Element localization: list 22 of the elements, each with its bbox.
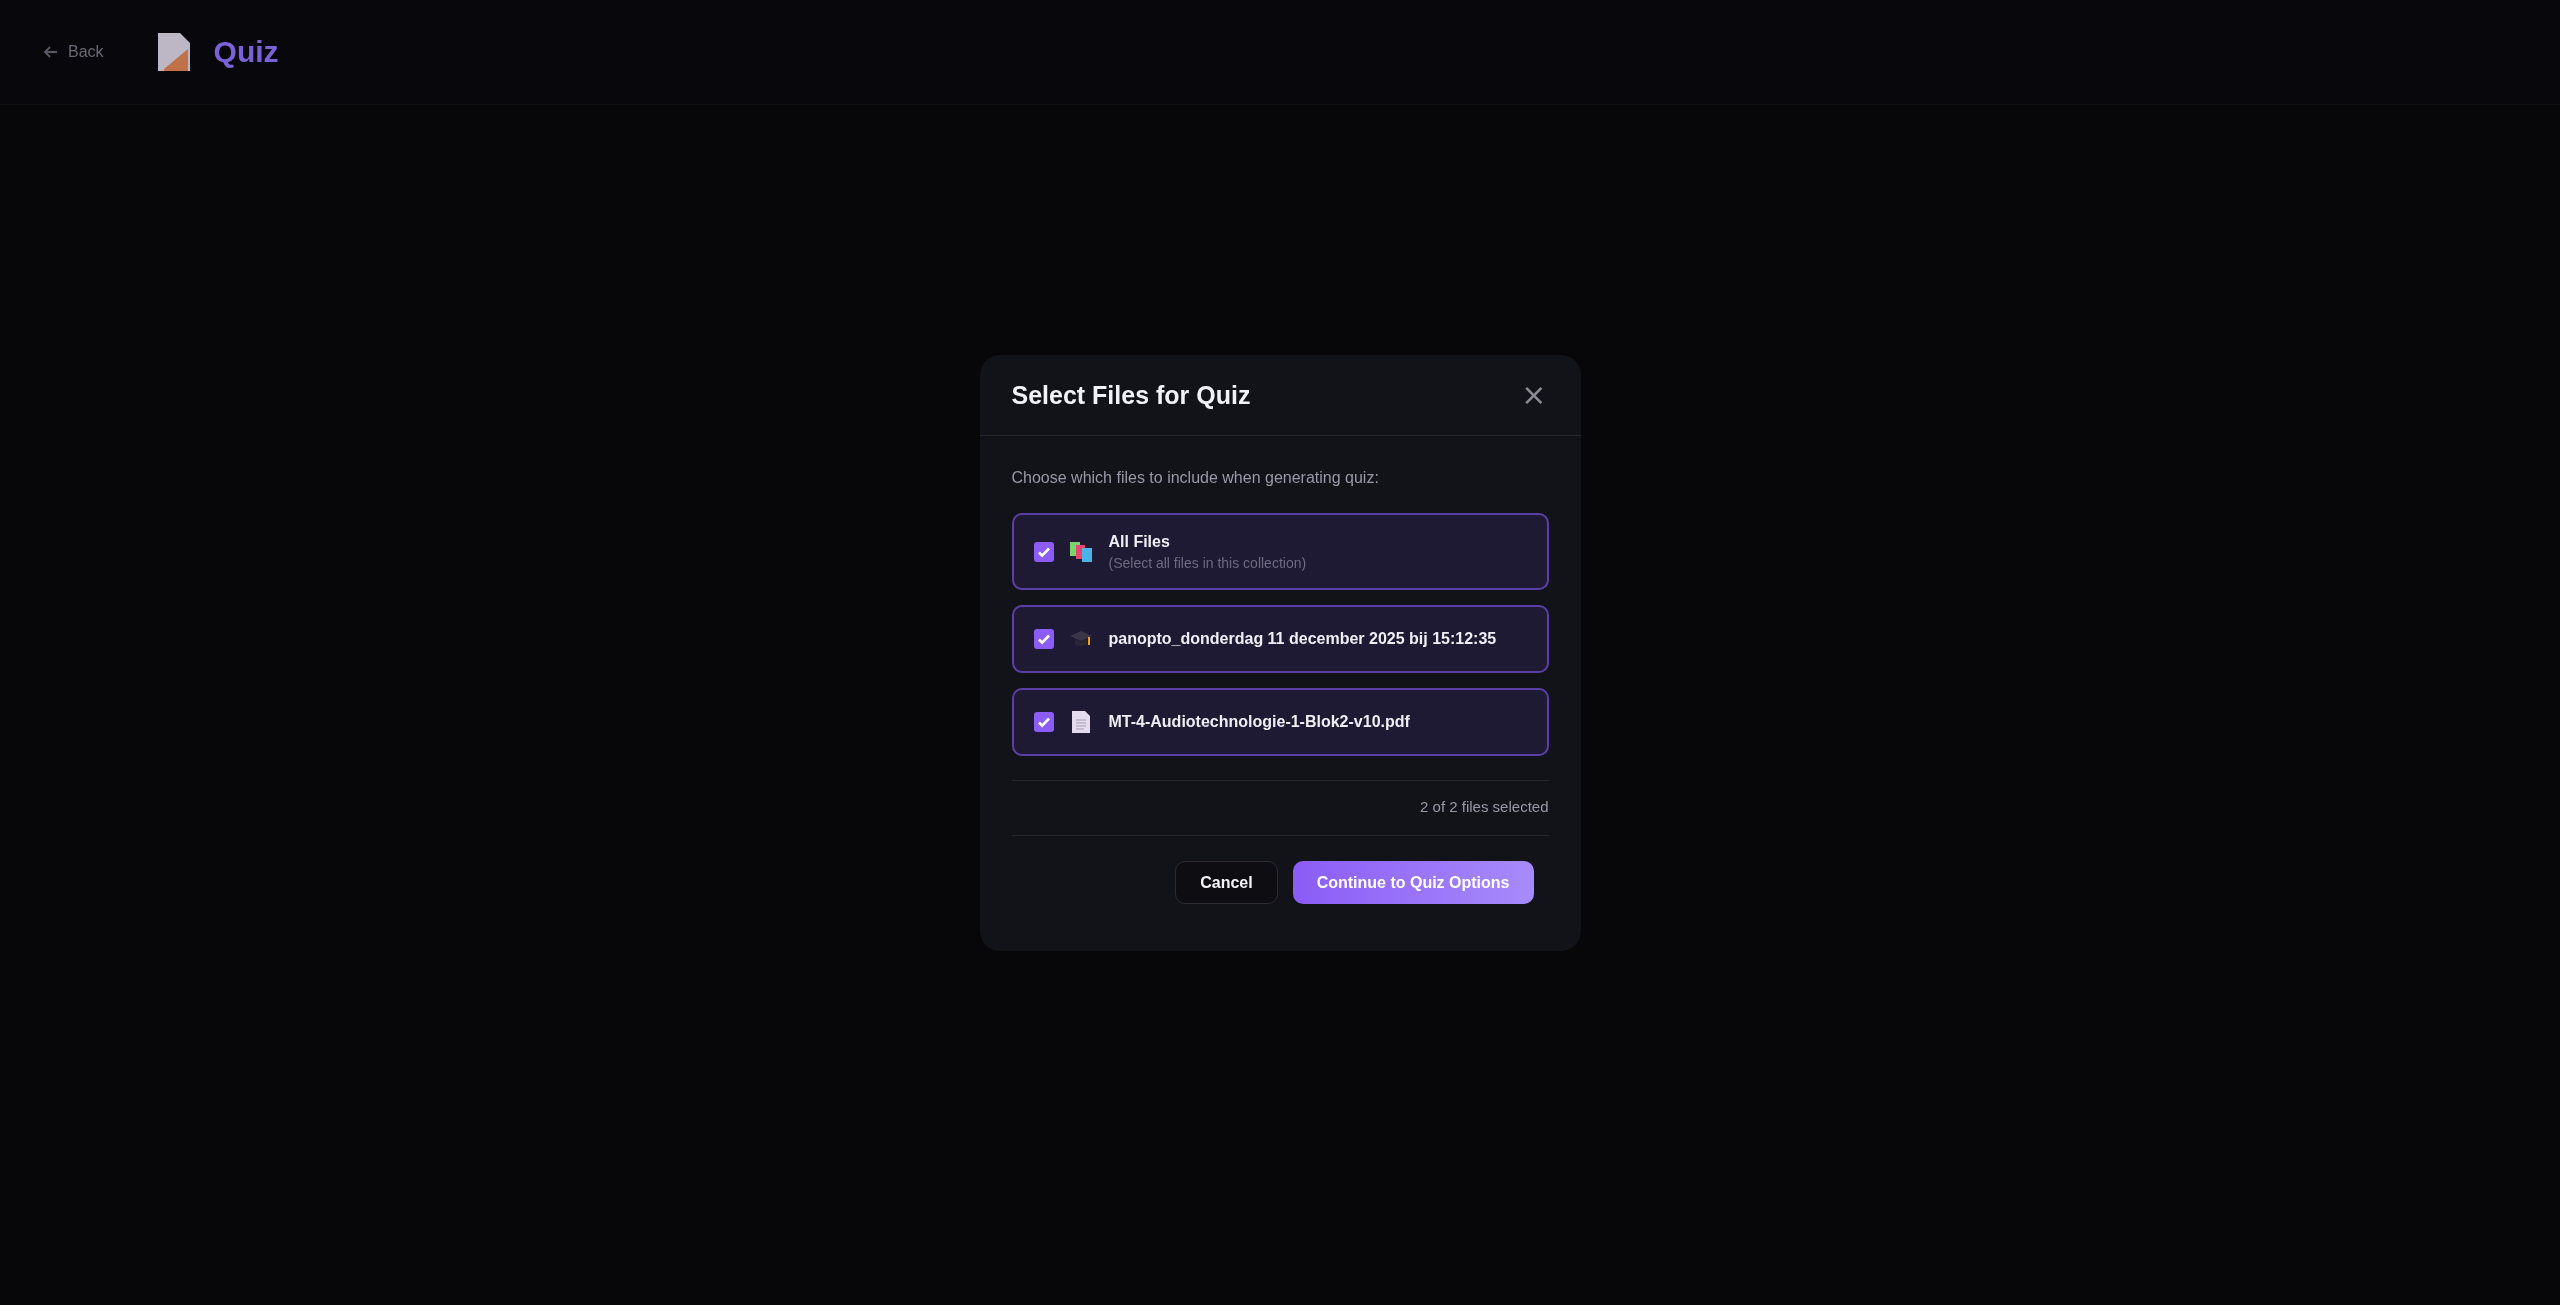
file-option[interactable]: panopto_donderdag 11 december 2025 bij 15:12:35 (1011, 605, 1549, 673)
back-link[interactable]: Back (68, 43, 104, 61)
file-name: MT-4-Audiotechnologie-1-Blok2-v10.pdf (1108, 713, 1410, 731)
document-icon (1070, 710, 1091, 734)
instruction-text: Choose which files to include when generating quiz: (1011, 469, 1380, 487)
file-option[interactable]: MT-4-Audiotechnologie-1-Blok2-v10.pdf (1011, 688, 1549, 756)
file-hint: (Select all files in this collection) (1108, 554, 1307, 571)
file-option[interactable]: All Files (Select all files in this collection) (1011, 513, 1549, 590)
cancel-button[interactable]: Cancel (1175, 861, 1278, 904)
file-name: All Files (1108, 532, 1171, 551)
checkbox[interactable] (1033, 712, 1054, 732)
selection-count: 2 of 2 files selected (1011, 780, 1549, 836)
continue-button[interactable]: Continue to Quiz Options (1292, 861, 1534, 904)
document-icon (155, 31, 192, 73)
close-button[interactable]: × (1519, 380, 1549, 410)
checkbox[interactable] (1033, 629, 1054, 649)
books-icon (1068, 539, 1093, 564)
page-title: Quiz (213, 35, 279, 69)
checkbox[interactable] (1033, 541, 1054, 562)
file-name: panopto_donderdag 11 december 2025 bij 15:12:35 (1108, 630, 1497, 648)
dialog-title: Select Files for Quiz (1011, 380, 1251, 410)
back-arrow-icon (44, 46, 58, 58)
